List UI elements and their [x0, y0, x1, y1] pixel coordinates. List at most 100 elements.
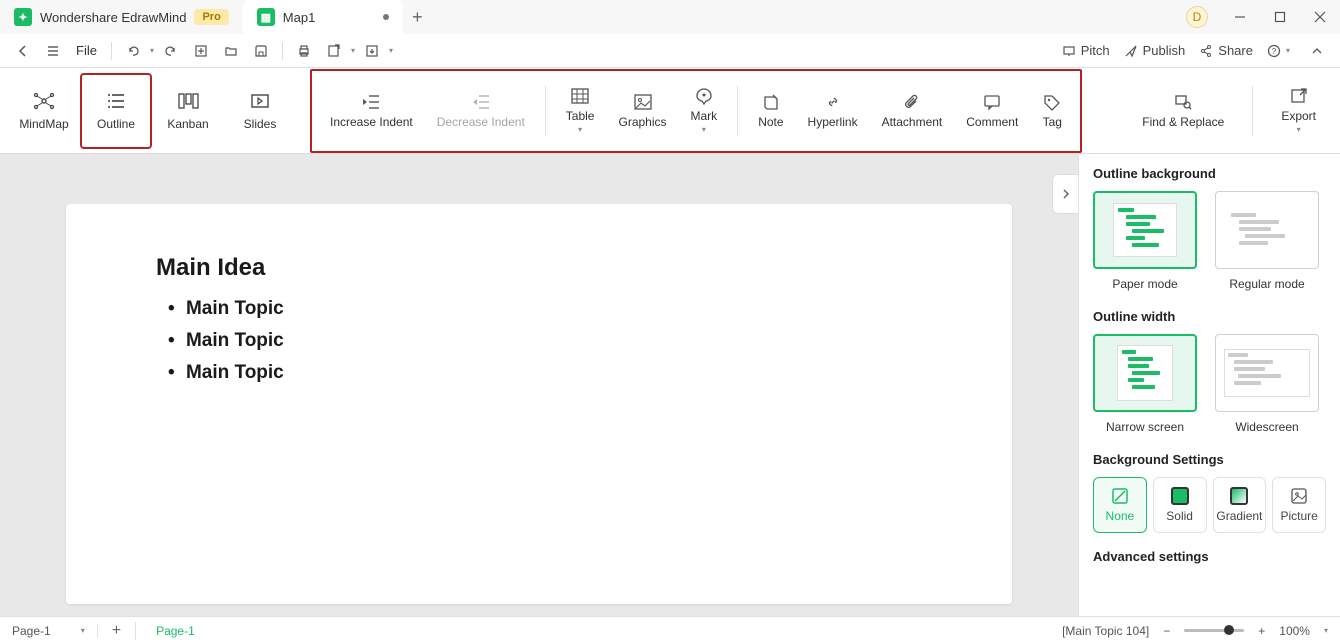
page-dropdown[interactable]: Page-1 ▾	[12, 624, 98, 638]
mark-button[interactable]: Mark ▾	[679, 73, 730, 149]
minimize-button[interactable]	[1220, 0, 1260, 34]
ribbon: MindMap Outline Kanban Slides Increase I…	[0, 68, 1340, 154]
canvas-area[interactable]: Main Idea Main Topic Main Topic Main Top…	[0, 154, 1078, 616]
find-replace-icon	[1173, 93, 1193, 111]
close-button[interactable]	[1300, 0, 1340, 34]
chevron-down-icon: ▾	[578, 125, 582, 134]
view-outline[interactable]: Outline	[80, 73, 152, 149]
export-button[interactable]: Export ▾	[1269, 73, 1328, 149]
share-button[interactable]: Share	[1199, 43, 1253, 58]
topic-item[interactable]: Main Topic	[168, 330, 922, 352]
new-button[interactable]	[188, 38, 214, 64]
regular-mode-thumb	[1215, 191, 1319, 269]
pitch-button[interactable]: Pitch	[1062, 43, 1110, 58]
bg-picture-button[interactable]: Picture	[1272, 477, 1326, 533]
tag-label: Tag	[1043, 115, 1062, 129]
table-label: Table	[566, 109, 595, 123]
view-slides[interactable]: Slides	[224, 73, 296, 149]
print-button[interactable]	[291, 38, 317, 64]
bg-none-label: None	[1106, 509, 1135, 523]
add-page-button[interactable]: +	[98, 622, 136, 640]
regular-mode-card[interactable]: Regular mode	[1215, 191, 1319, 291]
bg-solid-label: Solid	[1166, 509, 1193, 523]
outline-width-title: Outline width	[1093, 309, 1326, 324]
attachment-button[interactable]: Attachment	[870, 73, 955, 149]
zoom-handle[interactable]	[1224, 625, 1234, 635]
comment-button[interactable]: Comment	[954, 73, 1030, 149]
attachment-icon	[902, 93, 922, 111]
bg-none-button[interactable]: None	[1093, 477, 1147, 533]
find-replace-button[interactable]: Find & Replace	[1130, 73, 1236, 149]
table-button[interactable]: Table ▾	[554, 73, 607, 149]
gradient-swatch-icon	[1230, 487, 1248, 505]
advanced-settings-title[interactable]: Advanced settings	[1093, 549, 1326, 564]
export-quick-button[interactable]	[321, 38, 347, 64]
main-area: Main Idea Main Topic Main Topic Main Top…	[0, 154, 1340, 616]
topic-item[interactable]: Main Topic	[168, 362, 922, 384]
back-button[interactable]	[10, 38, 36, 64]
redo-button[interactable]	[158, 38, 184, 64]
add-tab-button[interactable]: +	[403, 3, 431, 31]
document-tab[interactable]: ▦ Map1	[243, 0, 404, 34]
solid-swatch-icon	[1171, 487, 1189, 505]
file-menu[interactable]: File	[70, 43, 103, 58]
view-kanban[interactable]: Kanban	[152, 73, 224, 149]
zoom-out-button[interactable]: −	[1163, 624, 1170, 638]
outline-paper[interactable]: Main Idea Main Topic Main Topic Main Top…	[66, 204, 1012, 604]
increase-indent-icon	[361, 93, 381, 111]
user-avatar[interactable]: D	[1186, 6, 1208, 28]
bg-gradient-button[interactable]: Gradient	[1213, 477, 1267, 533]
doc-tab-title: Map1	[283, 10, 316, 25]
menu-button[interactable]	[40, 38, 66, 64]
pitch-icon	[1062, 44, 1076, 58]
view-switcher: MindMap Outline Kanban Slides	[4, 69, 300, 153]
export-label: Export	[1281, 109, 1316, 123]
zoom-slider[interactable]	[1184, 629, 1244, 632]
zoom-in-button[interactable]: +	[1258, 624, 1265, 638]
main-idea-heading[interactable]: Main Idea	[156, 254, 922, 282]
note-label: Note	[758, 115, 783, 129]
help-button[interactable]: ? ▾	[1267, 44, 1290, 58]
view-slides-label: Slides	[244, 117, 277, 131]
slides-icon	[248, 91, 272, 111]
page-tab[interactable]: Page-1	[136, 624, 215, 638]
publish-icon	[1124, 44, 1138, 58]
increase-indent-button[interactable]: Increase Indent	[318, 73, 425, 149]
outline-bg-title: Outline background	[1093, 166, 1326, 181]
share-icon	[1199, 44, 1213, 58]
pitch-label: Pitch	[1081, 43, 1110, 58]
collapse-ribbon-button[interactable]	[1304, 38, 1330, 64]
save-button[interactable]	[248, 38, 274, 64]
paper-mode-card[interactable]: Paper mode	[1093, 191, 1197, 291]
chevron-down-icon: ▾	[1324, 626, 1328, 635]
topic-item[interactable]: Main Topic	[168, 298, 922, 320]
note-button[interactable]: Note	[746, 73, 795, 149]
view-mindmap-label: MindMap	[19, 117, 68, 131]
bg-settings-row: None Solid Gradient Picture	[1093, 477, 1326, 533]
pro-badge: Pro	[194, 9, 228, 25]
zoom-level[interactable]: 100%	[1279, 624, 1310, 638]
view-mindmap[interactable]: MindMap	[8, 73, 80, 149]
chevron-right-icon	[1060, 188, 1072, 200]
svg-text:?: ?	[1272, 47, 1277, 56]
tag-button[interactable]: Tag	[1030, 73, 1074, 149]
comment-label: Comment	[966, 115, 1018, 129]
paper-mode-label: Paper mode	[1112, 277, 1177, 291]
undo-button[interactable]	[120, 38, 146, 64]
panel-toggle-button[interactable]	[1052, 174, 1078, 214]
titlebar: ✦ Wondershare EdrawMind Pro ▦ Map1 + D	[0, 0, 1340, 34]
chevron-down-icon: ▾	[702, 125, 706, 134]
app-name: Wondershare EdrawMind	[40, 10, 186, 25]
hyperlink-button[interactable]: Hyperlink	[796, 73, 870, 149]
regular-mode-label: Regular mode	[1229, 277, 1304, 291]
narrow-screen-label: Narrow screen	[1106, 420, 1184, 434]
narrow-screen-card[interactable]: Narrow screen	[1093, 334, 1197, 434]
open-button[interactable]	[218, 38, 244, 64]
topic-list: Main Topic Main Topic Main Topic	[156, 298, 922, 384]
maximize-button[interactable]	[1260, 0, 1300, 34]
import-button[interactable]	[359, 38, 385, 64]
graphics-button[interactable]: Graphics	[606, 73, 678, 149]
bg-solid-button[interactable]: Solid	[1153, 477, 1207, 533]
widescreen-card[interactable]: Widescreen	[1215, 334, 1319, 434]
publish-button[interactable]: Publish	[1124, 43, 1186, 58]
